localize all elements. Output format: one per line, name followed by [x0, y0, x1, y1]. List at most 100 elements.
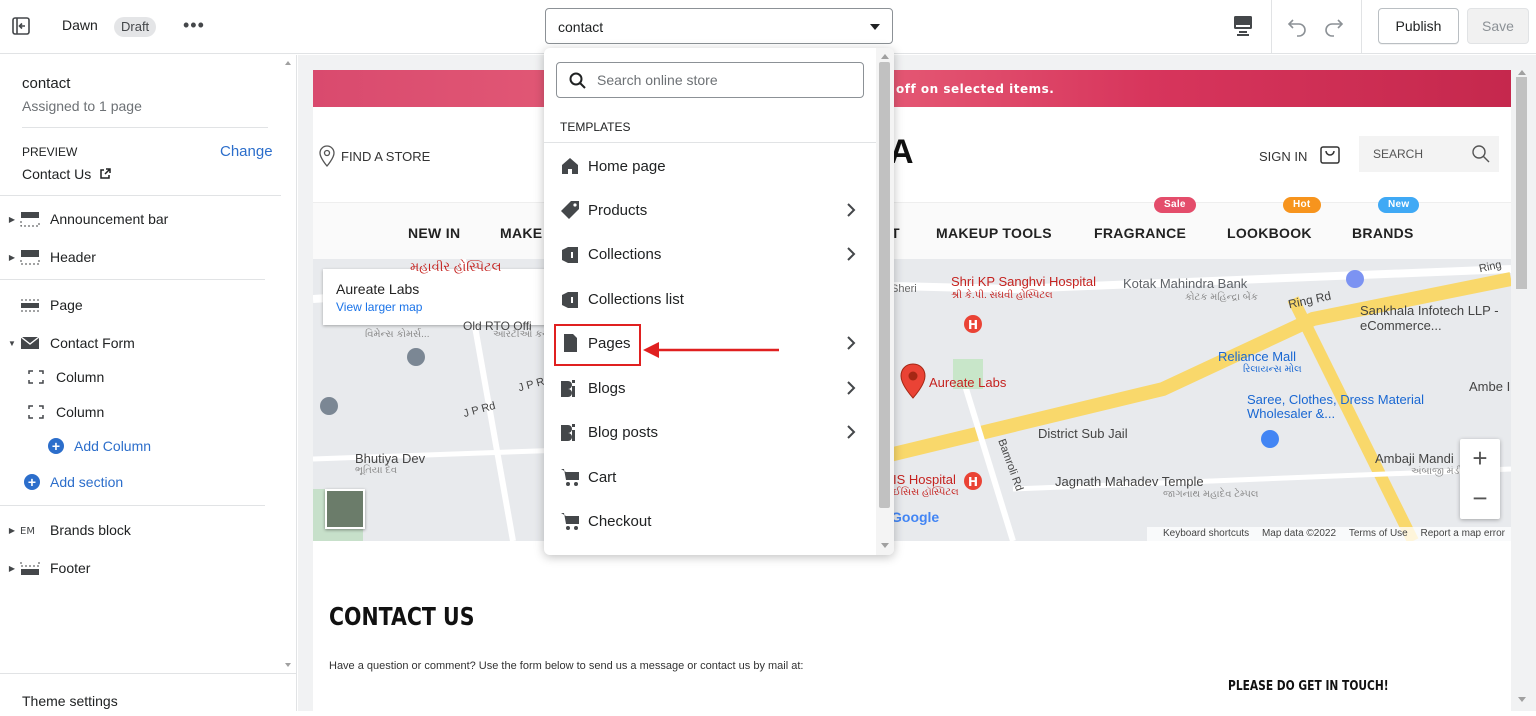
template-search-field[interactable]	[556, 62, 864, 98]
template-item-collections-list[interactable]: Collections list	[544, 277, 876, 321]
nav-item-lookbook[interactable]: LOOKBOOK Hot	[1227, 197, 1321, 241]
redo-icon[interactable]	[1322, 14, 1346, 43]
add-section-button[interactable]: + Add section	[24, 467, 123, 497]
template-item-label: Blog posts	[588, 424, 659, 441]
block-column[interactable]: Column	[26, 397, 104, 427]
template-item-label: Collections list	[588, 291, 684, 308]
preview-value[interactable]: Contact Us	[22, 166, 111, 183]
google-map[interactable]: Aureate Labs View larger map મહાવીર હોસ્…	[313, 259, 1511, 541]
expand-arrow-icon[interactable]: ▶	[4, 215, 20, 224]
add-column-button[interactable]: + Add Column	[48, 431, 151, 461]
nav-item-new-in[interactable]: NEW IN	[408, 225, 460, 241]
location-pin-icon	[317, 144, 337, 173]
satellite-thumbnail[interactable]	[325, 489, 365, 529]
preview-scrollbar[interactable]	[1511, 55, 1536, 711]
nav-label: LOOKBOOK	[1227, 225, 1312, 241]
section-brands-block[interactable]: ▶ EM Brands block	[0, 515, 131, 545]
section-footer[interactable]: ▶ Footer	[0, 553, 91, 583]
collection-icon	[560, 244, 580, 264]
column-icon	[26, 404, 48, 420]
section-label: Brands block	[50, 522, 131, 538]
map-footer-text: Map data ©2022	[1261, 528, 1337, 539]
section-contact-form[interactable]: ▼ Contact Form	[0, 328, 135, 358]
template-item-home-page[interactable]: Home page	[544, 144, 876, 188]
undo-icon[interactable]	[1285, 14, 1309, 43]
nav-item-makeup[interactable]: MAKE	[500, 225, 542, 241]
template-item-blog-posts[interactable]: Blog posts	[544, 410, 876, 454]
section-label: Page	[50, 297, 83, 313]
map-label: કોટક મહિન્દ્રા બેંક	[1185, 292, 1258, 303]
zoom-in-button[interactable]: +	[1460, 439, 1500, 479]
desktop-icon[interactable]	[1232, 14, 1254, 43]
sign-in-link[interactable]: SIGN IN	[1259, 149, 1307, 164]
new-badge: New	[1378, 197, 1420, 213]
find-store-link[interactable]: FIND A STORE	[341, 149, 430, 164]
sidebar-scrollbar[interactable]	[281, 55, 295, 675]
template-item-label: Checkout	[588, 513, 652, 530]
cart-icon	[560, 467, 580, 487]
caret-down-icon	[870, 24, 880, 30]
theme-settings-link[interactable]: Theme settings	[22, 693, 118, 709]
search-icon	[569, 72, 587, 95]
map-footer-link[interactable]: Keyboard shortcuts	[1163, 528, 1249, 539]
theme-name: Dawn	[62, 17, 98, 33]
template-search-input[interactable]	[597, 71, 847, 89]
map-label: Bhutiya Dev	[355, 451, 426, 466]
add-column-label: Add Column	[74, 438, 152, 454]
store-search-placeholder: SEARCH	[1373, 147, 1424, 161]
dropdown-scrollbar[interactable]	[876, 48, 894, 555]
shopping-bag-icon[interactable]	[1319, 143, 1341, 170]
map-footer-link[interactable]: Terms of Use	[1349, 528, 1408, 539]
cart-icon	[560, 511, 580, 531]
expand-arrow-icon[interactable]: ▶	[4, 526, 20, 535]
collapse-arrow-icon[interactable]: ▼	[4, 339, 20, 348]
dropdown-scroll-thumb[interactable]	[879, 62, 890, 508]
map-place-name: Aureate Labs	[336, 281, 420, 297]
map-label: રિલાયન્સ મોલ	[1243, 364, 1302, 375]
blog-icon	[560, 422, 580, 442]
nav-item-brands[interactable]: BRANDS New	[1352, 197, 1420, 241]
pages-highlight-annotation	[554, 324, 641, 366]
template-item-label: Products	[588, 202, 648, 219]
store-search-box[interactable]: SEARCH	[1359, 136, 1499, 172]
section-page[interactable]: Page	[0, 290, 83, 320]
map-label: અંબાજી મંડી	[1411, 466, 1463, 477]
nav-item-fragrance[interactable]: FRAGRANCE Sale	[1094, 197, 1196, 241]
change-preview-link[interactable]: Change	[220, 143, 273, 160]
publish-button[interactable]: Publish	[1378, 8, 1459, 44]
templates-section-label: TEMPLATES	[560, 120, 631, 134]
map-label: Sankhala Infotech LLP - eCommerce...	[1360, 303, 1499, 333]
block-label: Column	[56, 369, 105, 385]
map-label: મહાવીર હોસ્પિટલ	[410, 259, 502, 274]
draft-badge: Draft	[114, 17, 157, 37]
section-announcement-bar[interactable]: ▶ Announcement bar	[0, 204, 168, 234]
search-icon	[1471, 144, 1491, 169]
template-item-label: Home page	[588, 158, 666, 175]
view-larger-map-link[interactable]: View larger map	[336, 300, 422, 314]
section-header[interactable]: ▶ Header	[0, 242, 96, 272]
exit-icon[interactable]	[10, 15, 32, 37]
toolbar-divider	[1271, 0, 1272, 54]
template-item-products[interactable]: Products	[544, 188, 876, 232]
zoom-out-button[interactable]: −	[1460, 479, 1500, 519]
map-marker-icon[interactable]	[900, 363, 926, 404]
add-section-label: Add section	[50, 474, 124, 490]
save-button[interactable]: Save	[1467, 8, 1529, 44]
map-label: વિમેન્સ કોમર્સ...	[365, 329, 430, 340]
map-label: Ambaji Mandi	[1375, 451, 1454, 466]
template-selector[interactable]: contact	[545, 8, 893, 44]
block-column[interactable]: Column	[26, 362, 104, 392]
nav-item-makeup-tools[interactable]: MAKEUP TOOLS	[936, 225, 1052, 241]
template-item-blogs[interactable]: Blogs	[544, 366, 876, 410]
column-icon	[26, 369, 48, 385]
template-item-checkout[interactable]: Checkout	[544, 499, 876, 543]
expand-arrow-icon[interactable]: ▶	[4, 564, 20, 573]
section-label: Footer	[50, 560, 91, 576]
template-item-collections[interactable]: Collections	[544, 232, 876, 276]
chevron-right-icon	[844, 200, 858, 225]
expand-arrow-icon[interactable]: ▶	[4, 253, 20, 262]
more-actions-button[interactable]: •••	[183, 15, 205, 36]
map-footer-link[interactable]: Report a map error	[1421, 528, 1505, 539]
store-preview[interactable]: off on selected items. FIND A STORE A SI…	[313, 70, 1511, 711]
template-item-cart[interactable]: Cart	[544, 455, 876, 499]
